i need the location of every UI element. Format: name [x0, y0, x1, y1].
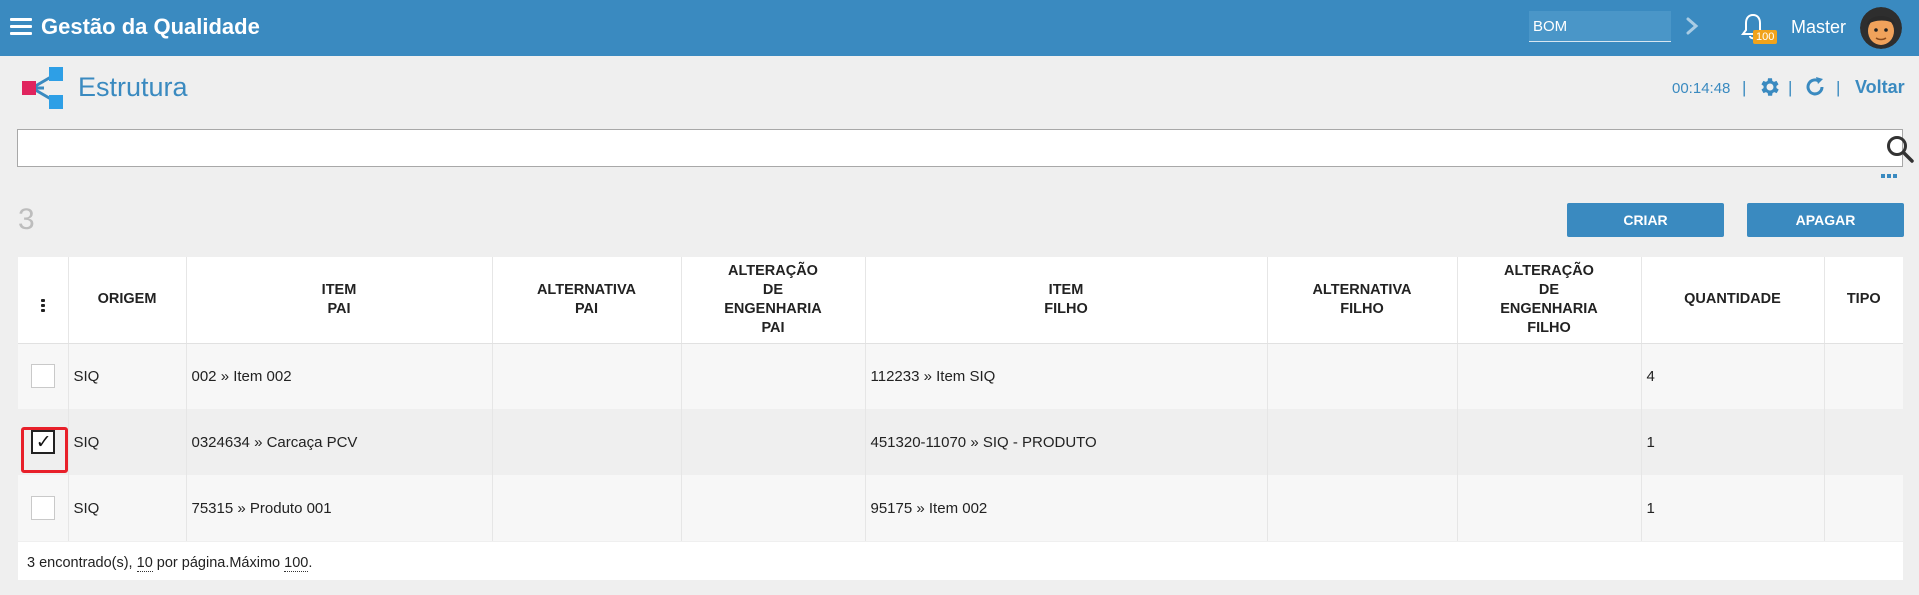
column-header[interactable]: ALTERAÇÃO DE ENGENHARIA FILHO	[1457, 257, 1642, 344]
cell-origem: SIQ	[68, 343, 187, 409]
footer-end: .	[308, 555, 313, 571]
separator: |	[1742, 78, 1747, 97]
cell-origem: SIQ	[68, 409, 187, 475]
hamburger-menu-icon[interactable]	[10, 18, 32, 36]
column-header[interactable]: ALTERAÇÃO DE ENGENHARIA PAI	[681, 257, 866, 344]
cell-alternativa-pai	[492, 475, 682, 541]
cell-alteracao-eng-filho	[1457, 475, 1642, 541]
cell-item-filho: 112233 » Item SIQ	[865, 343, 1268, 409]
user-name[interactable]: Master	[1791, 17, 1846, 38]
found-text: 3 encontrado(s),	[27, 555, 137, 571]
column-header[interactable]: TIPO	[1824, 257, 1903, 344]
column-header[interactable]: QUANTIDADE	[1641, 257, 1825, 344]
search-input[interactable]	[18, 130, 1858, 166]
per-page-selector[interactable]: 10	[136, 555, 153, 572]
table-row[interactable]: SIQ 0324634 » Carcaça PCV 451320-11070 »…	[18, 409, 1903, 475]
gear-icon[interactable]	[1757, 75, 1781, 99]
more-options-icon[interactable]	[1881, 173, 1897, 179]
cell-item-filho: 451320-11070 » SIQ - PRODUTO	[865, 409, 1268, 475]
table-row[interactable]: SIQ 75315 » Produto 001 95175 » Item 002…	[18, 475, 1903, 541]
pagination-footer: 3 encontrado(s), 10 por página.Máximo 10…	[18, 542, 1903, 580]
cell-alternativa-pai	[492, 409, 682, 475]
row-select-cell[interactable]	[18, 343, 69, 409]
session-timer: 00:14:48	[1672, 80, 1731, 97]
cell-alternativa-filho	[1267, 343, 1458, 409]
cell-alteracao-eng-pai	[681, 475, 866, 541]
cell-alteracao-eng-pai	[681, 409, 866, 475]
cell-item-pai: 0324634 » Carcaça PCV	[186, 409, 493, 475]
bom-input[interactable]	[1529, 11, 1671, 42]
data-table: ORIGEM ITEM PAI ALTERNATIVA PAI ALTERAÇÃ…	[18, 257, 1903, 541]
cell-item-pai: 75315 » Produto 001	[186, 475, 493, 541]
cell-origem: SIQ	[68, 475, 187, 541]
cell-item-pai: 002 » Item 002	[186, 343, 493, 409]
column-header[interactable]: ORIGEM	[68, 257, 187, 344]
app-title[interactable]: Gestão da Qualidade	[41, 14, 260, 40]
cell-quantidade: 4	[1641, 343, 1825, 409]
table-row[interactable]: SIQ 002 » Item 002 112233 » Item SIQ 4	[18, 343, 1903, 409]
selection-highlight	[21, 427, 68, 473]
create-button[interactable]: CRIAR	[1567, 203, 1724, 237]
max-selector[interactable]: 100	[284, 555, 309, 572]
page-title: Estrutura	[78, 72, 188, 102]
row-select-cell[interactable]	[18, 475, 69, 541]
search-icon[interactable]	[1885, 134, 1915, 164]
row-checkbox[interactable]	[30, 364, 55, 389]
column-header[interactable]: ITEM PAI	[186, 257, 493, 344]
cell-alteracao-eng-filho	[1457, 343, 1642, 409]
top-bar: Gestão da Qualidade 100 Master	[0, 0, 1919, 56]
structure-icon	[22, 67, 63, 109]
cell-tipo	[1824, 409, 1903, 475]
column-header[interactable]: ALTERNATIVA PAI	[492, 257, 682, 344]
per-page-text: por página.Máximo	[152, 555, 285, 571]
chevron-right-icon[interactable]	[1682, 14, 1702, 38]
table-header-row: ORIGEM ITEM PAI ALTERNATIVA PAI ALTERAÇÃ…	[18, 257, 1903, 344]
kebab-menu-icon[interactable]	[40, 298, 45, 314]
cell-tipo	[1824, 475, 1903, 541]
cell-tipo	[1824, 343, 1903, 409]
cell-quantidade: 1	[1641, 475, 1825, 541]
column-menu[interactable]	[18, 257, 69, 344]
user-avatar[interactable]	[1860, 7, 1902, 49]
search-field[interactable]	[17, 129, 1914, 167]
back-link[interactable]: Voltar	[1855, 77, 1905, 98]
cell-quantidade: 1	[1641, 409, 1825, 475]
notification-badge: 100	[1753, 30, 1778, 44]
column-header[interactable]: ITEM FILHO	[865, 257, 1268, 344]
cell-alteracao-eng-filho	[1457, 409, 1642, 475]
separator: |	[1788, 78, 1793, 97]
delete-button[interactable]: APAGAR	[1747, 203, 1904, 237]
cell-alternativa-pai	[492, 343, 682, 409]
record-count: 3	[18, 203, 35, 236]
separator: |	[1836, 78, 1841, 97]
cell-item-filho: 95175 » Item 002	[865, 475, 1268, 541]
cell-alteracao-eng-pai	[681, 343, 866, 409]
cell-alternativa-filho	[1267, 409, 1458, 475]
cell-alternativa-filho	[1267, 475, 1458, 541]
refresh-icon[interactable]	[1803, 75, 1827, 99]
row-checkbox[interactable]	[30, 496, 55, 520]
column-header[interactable]: ALTERNATIVA FILHO	[1267, 257, 1458, 344]
